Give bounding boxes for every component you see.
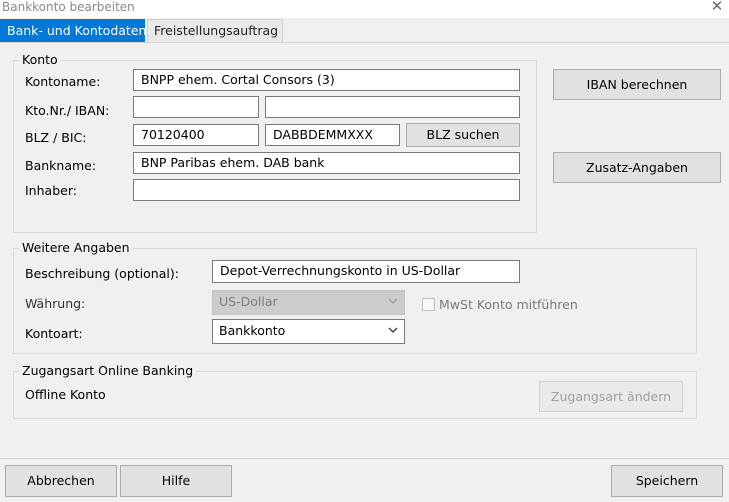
- speichern-button[interactable]: Speichern: [611, 465, 723, 497]
- mwst-label: MwSt Konto mitführen: [439, 297, 578, 312]
- bankname-input[interactable]: BNP Paribas ehem. DAB bank: [133, 152, 520, 174]
- beschreibung-input[interactable]: Depot-Verrechnungskonto in US-Dollar: [212, 260, 520, 283]
- bic-input[interactable]: DABBDEMMXXX: [265, 124, 400, 146]
- weitere-angaben-legend: Weitere Angaben: [19, 241, 133, 255]
- kontoart-value: Bankkonto: [219, 323, 286, 338]
- waehrung-value: US-Dollar: [219, 294, 278, 309]
- waehrung-select: US-Dollar: [212, 290, 405, 315]
- chevron-down-icon[interactable]: [387, 324, 399, 336]
- waehrung-label: Währung:: [25, 296, 86, 311]
- tab-freistellungsauftrag[interactable]: Freistellungsauftrag: [147, 19, 283, 42]
- tab-divider: [0, 42, 729, 43]
- zugangsart-status: Offline Konto: [25, 387, 106, 402]
- konto-legend: Konto: [19, 53, 61, 67]
- inhaber-label: Inhaber:: [25, 183, 77, 198]
- ktonr-label: Kto.Nr./ IBAN:: [25, 103, 110, 118]
- kontoart-select[interactable]: Bankkonto: [212, 319, 405, 344]
- close-icon[interactable]: ✕: [706, 0, 728, 15]
- hilfe-button[interactable]: Hilfe: [120, 465, 232, 497]
- kontoname-label: Kontoname:: [25, 74, 101, 89]
- zusatz-angaben-button[interactable]: Zusatz-Angaben: [553, 152, 721, 183]
- tab-bank-und-kontodaten[interactable]: Bank- und Kontodaten: [0, 19, 146, 42]
- beschreibung-label: Beschreibung (optional):: [25, 266, 179, 281]
- footer-separator: [0, 458, 729, 459]
- kontoart-label: Kontoart:: [25, 326, 83, 341]
- kontoname-input[interactable]: BNPP ehem. Cortal Consors (3): [133, 69, 520, 91]
- chevron-down-icon: [388, 298, 398, 304]
- window-title: Bankkonto bearbeiten: [2, 0, 135, 14]
- blz-input[interactable]: 70120400: [133, 124, 259, 146]
- kontonummer-input[interactable]: [133, 96, 259, 118]
- abbrechen-button[interactable]: Abbrechen: [5, 465, 117, 497]
- inhaber-input[interactable]: [133, 179, 520, 201]
- blz-bic-label: BLZ / BIC:: [25, 130, 87, 145]
- zugangsart-aendern-button: Zugangsart ändern: [539, 381, 683, 412]
- mwst-checkbox: [422, 298, 435, 311]
- blz-suchen-button[interactable]: BLZ suchen: [406, 123, 520, 147]
- zugangsart-legend: Zugangsart Online Banking: [19, 364, 197, 378]
- title-bar: Bankkonto bearbeiten ✕: [0, 0, 729, 18]
- bankname-label: Bankname:: [25, 158, 97, 173]
- iban-berechnen-button[interactable]: IBAN berechnen: [553, 69, 721, 100]
- iban-input[interactable]: [265, 96, 520, 118]
